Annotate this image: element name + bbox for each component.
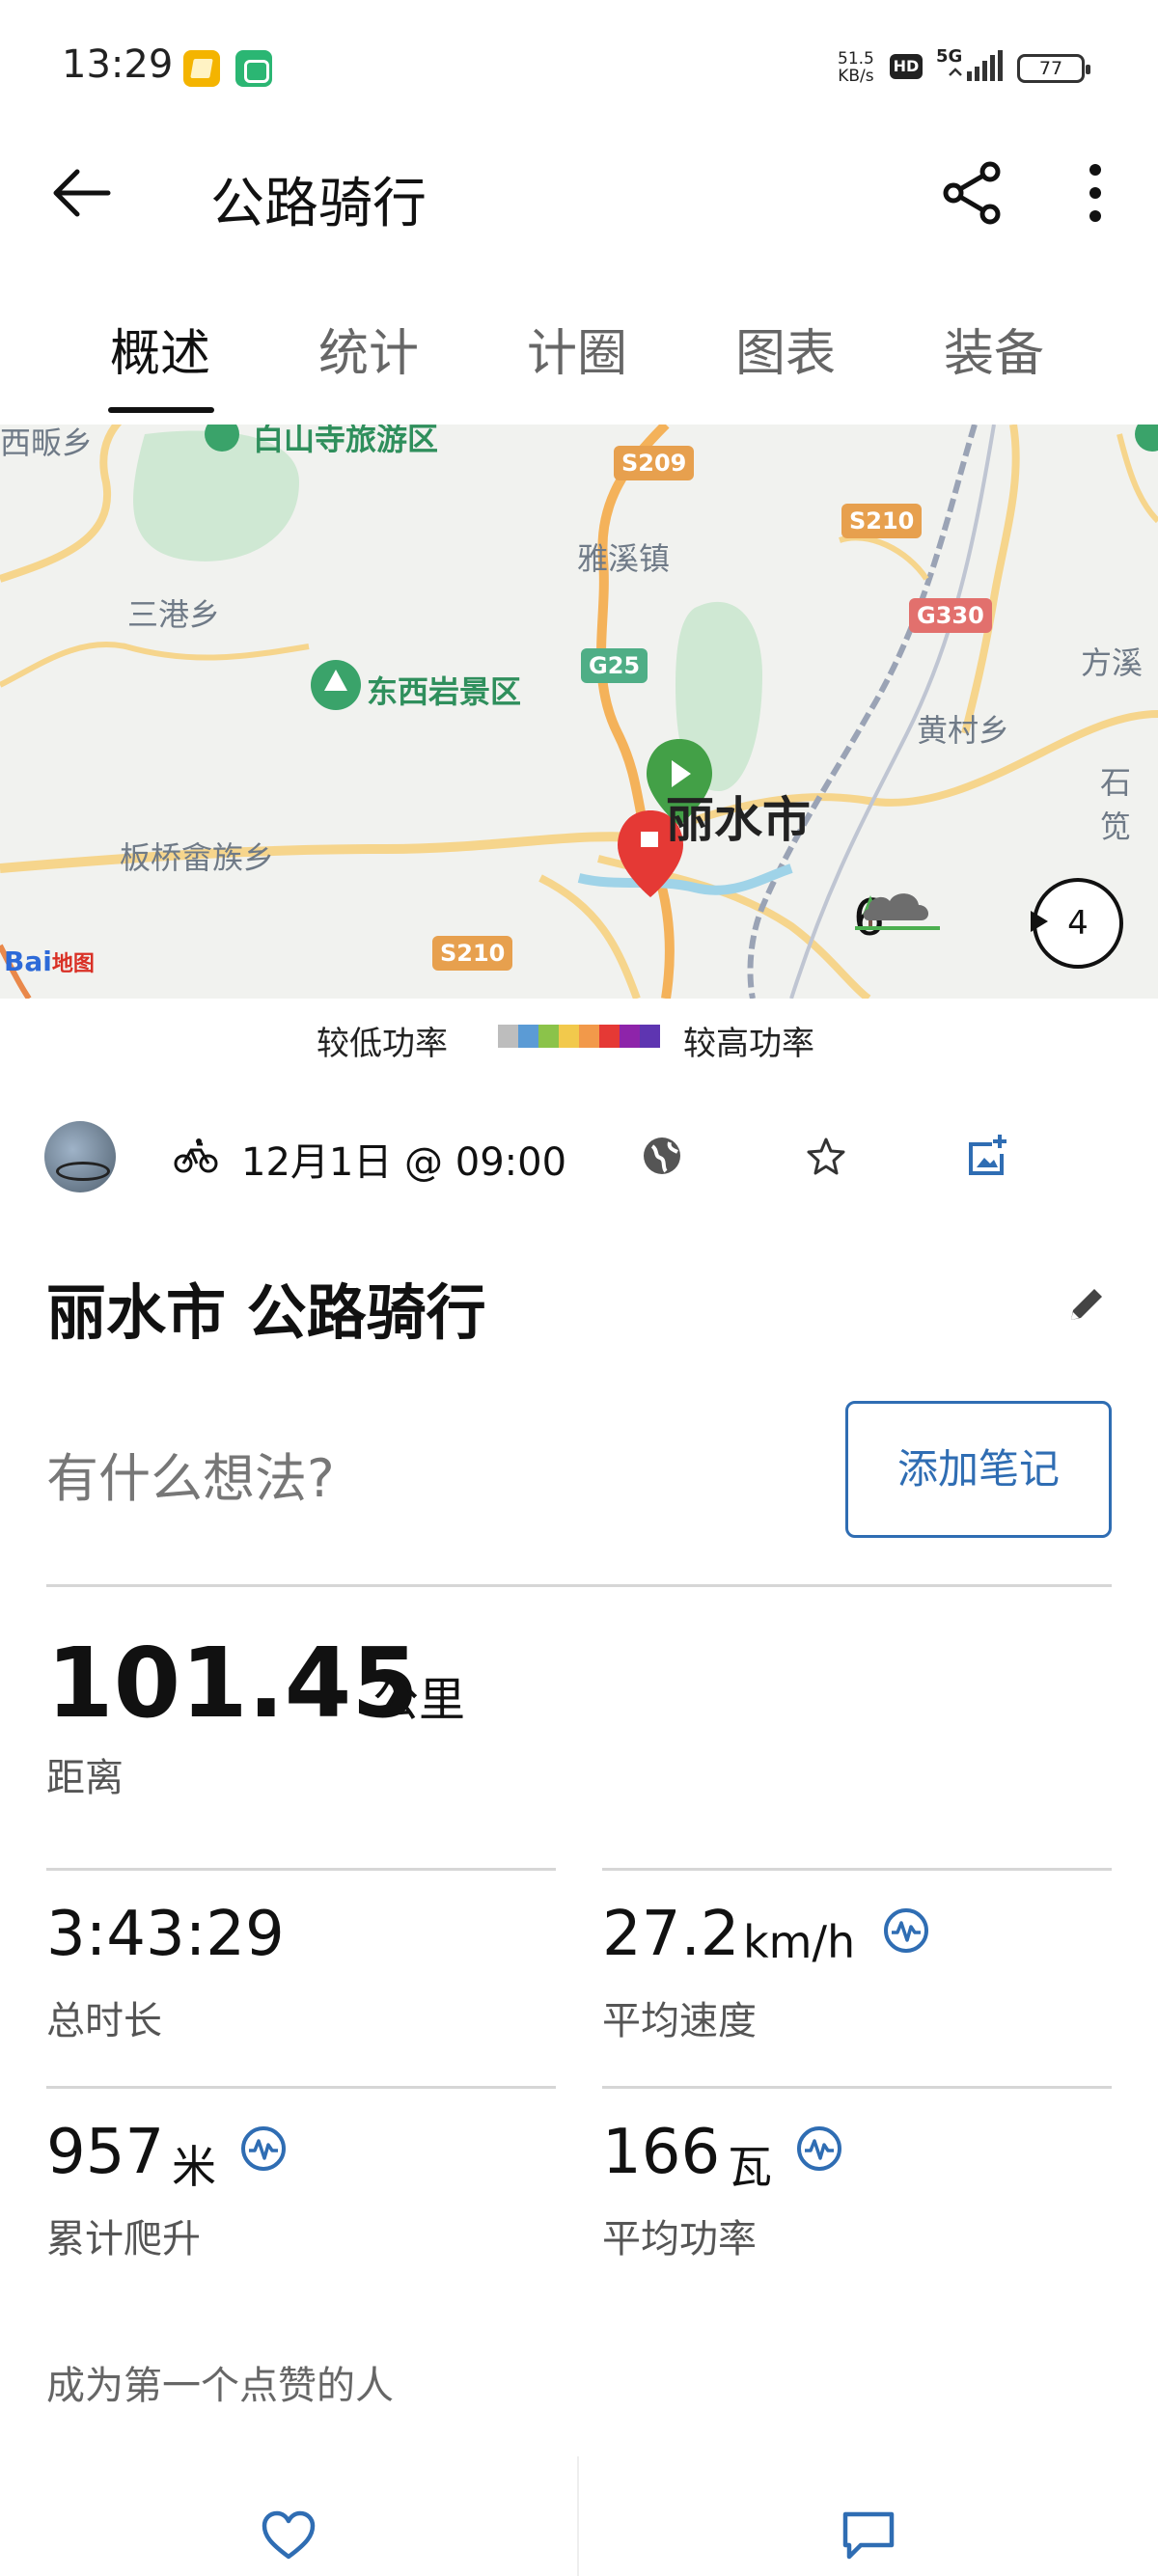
map-label-town: 方溪 (1081, 644, 1144, 681)
power-color-swatch (498, 1025, 518, 1048)
mi-app-icon (235, 50, 272, 87)
activity-date: 12月1日 @ 09:00 (241, 1140, 567, 1185)
tab-stats[interactable]: 统计 (318, 313, 419, 385)
avg-power-unit: 瓦 (728, 2141, 772, 2193)
tab-active-indicator (108, 407, 214, 413)
share-icon[interactable] (938, 158, 1007, 228)
map-label-town: 西畈乡 (0, 425, 94, 461)
divider (46, 1584, 1112, 1587)
battery-icon: 77 (1017, 54, 1090, 83)
divider (46, 1868, 556, 1871)
legend-high-label: 较高功率 (683, 1025, 814, 1063)
avg-speed-value: 27.2 (602, 1899, 740, 1970)
tab-laps[interactable]: 计圈 (527, 313, 627, 385)
power-color-swatch (640, 1025, 660, 1048)
road-shield: S209 (614, 446, 695, 480)
star-icon[interactable] (805, 1135, 847, 1177)
elevation-value: 957 (46, 2117, 165, 2188)
weather-widget: 6° 4 (849, 866, 1139, 982)
road-shield: G330 (909, 598, 992, 633)
map-label-scenic: 东西岩景区 (367, 673, 522, 710)
avg-speed-label: 平均速度 (602, 1999, 757, 2043)
distance-value: 101.45 (46, 1627, 419, 1740)
add-photo-icon[interactable] (965, 1133, 1009, 1177)
tab-overview[interactable]: 概述 (110, 313, 210, 385)
tab-gear[interactable]: 装备 (944, 313, 1044, 385)
power-color-swatch (599, 1025, 620, 1048)
comment-icon[interactable] (841, 2510, 896, 2561)
bottom-action-bar (0, 2456, 1158, 2576)
note-prompt: 有什么想法? (46, 1448, 335, 1509)
map-label-scenic: 白山寺旅游区 (253, 425, 439, 457)
tab-charts[interactable]: 图表 (735, 313, 836, 385)
arrow-left-icon[interactable] (48, 164, 116, 222)
avg-power-label: 平均功率 (602, 2217, 757, 2261)
app-header: 公路骑行 (0, 135, 1158, 251)
tab-bar: 概述 统计 计圈 图表 装备 (0, 289, 1158, 425)
wind-indicator: 4 (1031, 878, 1123, 969)
road-shield: S210 (432, 936, 513, 971)
globe-icon[interactable] (641, 1135, 683, 1177)
avatar[interactable] (44, 1121, 116, 1192)
status-bar: 13:29 51.5 KB/s HD 5G 77 (0, 0, 1158, 135)
pulse-icon[interactable] (882, 1906, 930, 1955)
bottom-separator (577, 2456, 579, 2576)
baidu-map-logo: Bai地图 (4, 945, 95, 977)
distance-label: 距离 (46, 1756, 124, 1800)
avg-speed-unit: km/h (743, 1916, 856, 1968)
map-label-town: 三港乡 (127, 596, 221, 633)
cloud-tree-icon (855, 893, 940, 930)
add-note-button[interactable]: 添加笔记 (845, 1401, 1112, 1538)
pulse-icon[interactable] (795, 2124, 843, 2173)
pencil-icon[interactable] (1065, 1283, 1108, 1326)
power-color-swatch (620, 1025, 640, 1048)
power-color-swatch (579, 1025, 599, 1048)
net-speed: 51.5 KB/s (838, 49, 874, 86)
notes-app-icon (183, 50, 220, 87)
divider (602, 2086, 1112, 2089)
divider (46, 2086, 556, 2089)
heart-icon[interactable] (261, 2510, 317, 2561)
signal-icon (949, 50, 1003, 81)
pulse-icon[interactable] (239, 2124, 288, 2173)
power-color-swatch (518, 1025, 538, 1048)
power-color-scale (498, 1025, 660, 1048)
power-legend: 较低功率 较高功率 (0, 1007, 1158, 1065)
hd-badge: HD (890, 54, 923, 79)
duration-value: 3:43:29 (46, 1899, 285, 1970)
page-title: 公路骑行 (210, 173, 427, 235)
route-map[interactable]: 西畈乡 白山寺旅游区 S209 S210 雅溪镇 G330 三港乡 G25 东西… (0, 425, 1158, 999)
bike-icon (174, 1138, 218, 1173)
status-time: 13:29 (62, 42, 174, 87)
map-label-town: 石笕 (1100, 764, 1132, 845)
map-label-town: 黄村乡 (917, 712, 1010, 749)
power-color-swatch (559, 1025, 579, 1048)
duration-label: 总时长 (46, 1999, 162, 2043)
road-shield: G25 (581, 648, 648, 683)
map-label-town: 板桥畲族乡 (120, 839, 275, 876)
avg-power-value: 166 (602, 2117, 721, 2188)
more-vert-icon[interactable] (1071, 158, 1119, 228)
map-label-town: 雅溪镇 (577, 540, 671, 577)
road-shield: S210 (841, 504, 923, 538)
activity-meta: 12月1日 @ 09:00 (0, 1110, 1158, 1206)
legend-low-label: 较低功率 (317, 1025, 448, 1063)
distance-unit: 公里 (372, 1673, 466, 1727)
activity-title: 丽水市 公路骑行 (46, 1277, 486, 1348)
power-color-swatch (538, 1025, 559, 1048)
divider (602, 1868, 1112, 1871)
elevation-unit: 米 (172, 2141, 216, 2193)
first-like-text[interactable]: 成为第一个点赞的人 (46, 2354, 394, 2410)
elevation-label: 累计爬升 (46, 2217, 201, 2261)
map-label-city: 丽水市 (666, 792, 811, 848)
